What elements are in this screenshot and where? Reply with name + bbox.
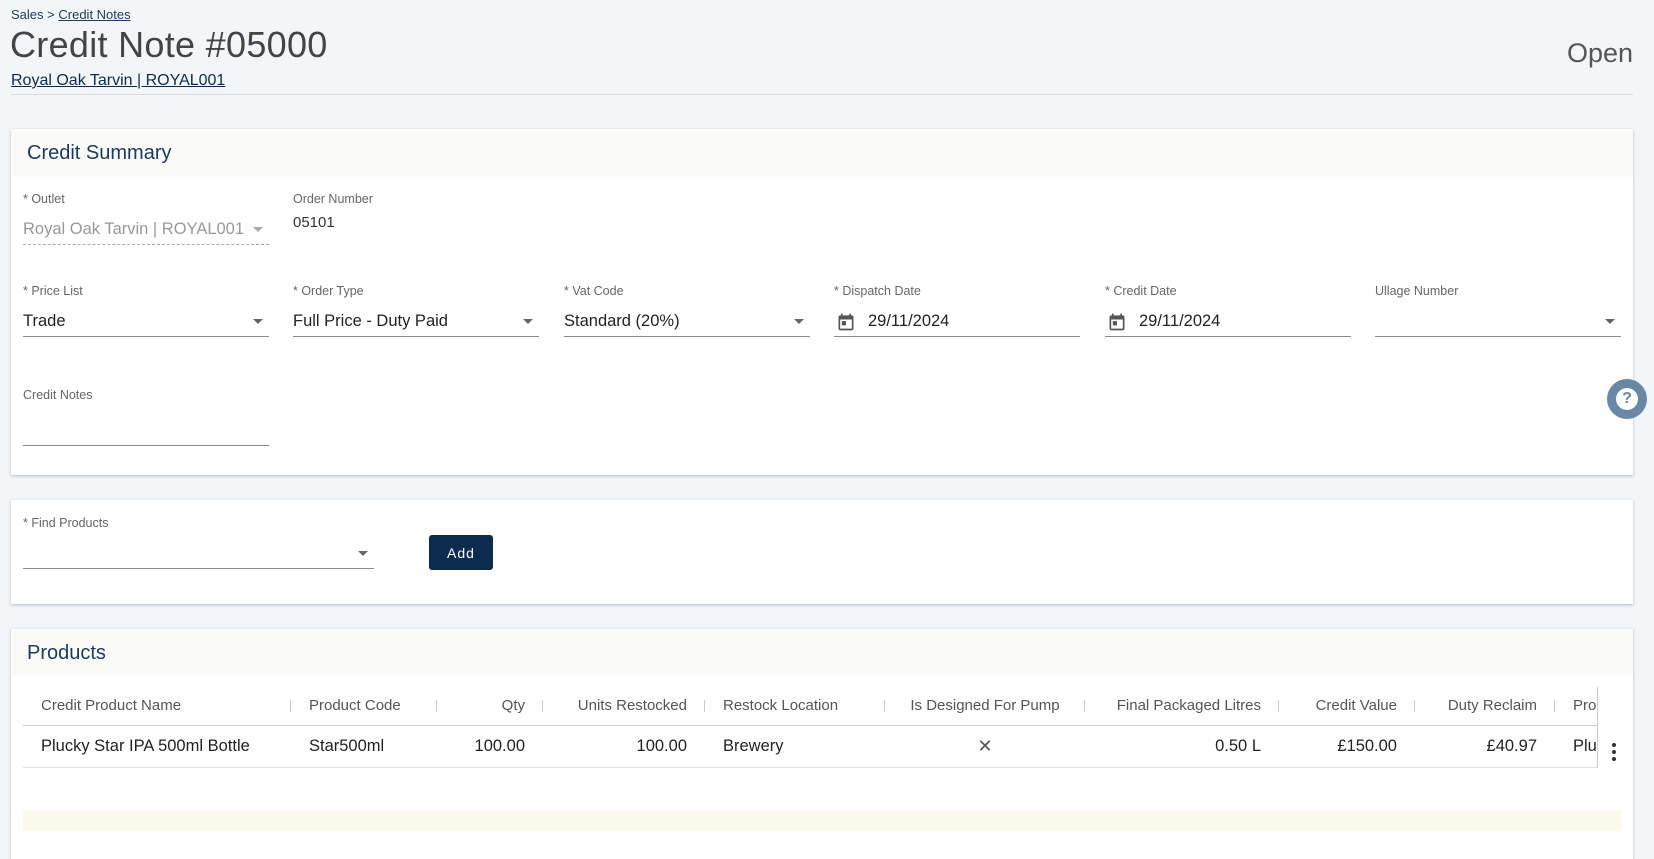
row-actions-column <box>1597 687 1633 768</box>
dispatch-date-value: 29/11/2024 <box>868 312 950 330</box>
column-header[interactable]: Product Code <box>291 687 437 726</box>
column-header[interactable]: Is Designed For Pump <box>885 687 1085 726</box>
price-list-field: * Price List Trade <box>23 284 269 337</box>
chevron-down-icon <box>253 227 263 232</box>
breadcrumb-credit-notes-link[interactable]: Credit Notes <box>58 7 130 22</box>
order-type-field: * Order Type Full Price - Duty Paid <box>293 284 539 337</box>
breadcrumb: Sales > Credit Notes <box>11 7 131 22</box>
breadcrumb-sales: Sales <box>11 7 44 22</box>
column-header[interactable]: Credit Value <box>1279 687 1415 726</box>
credit-summary-card: Credit Summary * Outlet Royal Oak Tarvin… <box>11 129 1647 475</box>
cell-qty: 100.00 <box>437 725 543 768</box>
find-products-select[interactable] <box>23 539 374 569</box>
chevron-down-icon <box>1605 319 1615 324</box>
price-list-select[interactable]: Trade <box>23 307 269 337</box>
ullage-number-field: Ullage Number <box>1375 284 1621 337</box>
vat-code-value: Standard (20%) <box>564 312 680 330</box>
credit-date-input[interactable]: 29/11/2024 <box>1105 307 1351 337</box>
order-type-value: Full Price - Duty Paid <box>293 312 448 330</box>
header-divider <box>11 94 1633 95</box>
cell-product-code: Star500ml <box>291 725 437 768</box>
chevron-down-icon <box>523 319 533 324</box>
outlet-link[interactable]: Royal Oak Tarvin | ROYAL001 <box>11 72 225 90</box>
cell-final-packaged-litres: 0.50 L <box>1085 725 1279 768</box>
column-header[interactable]: Credit Product Name <box>23 687 291 726</box>
find-products-label: * Find Products <box>23 516 109 530</box>
table-footer-strip <box>23 811 1621 831</box>
credit-date-value: 29/11/2024 <box>1139 312 1221 330</box>
order-type-select[interactable]: Full Price - Duty Paid <box>293 307 539 337</box>
credit-notes-label: Credit Notes <box>23 388 93 402</box>
products-card: Products Credit Product Name Product Cod… <box>11 629 1633 859</box>
price-list-value: Trade <box>23 312 66 330</box>
price-list-label: * Price List <box>23 284 83 298</box>
outlet-value: Royal Oak Tarvin | ROYAL001 <box>23 220 245 238</box>
status-label: Open <box>1566 38 1633 68</box>
cell-duty-reclaim: £40.97 <box>1415 725 1555 768</box>
cell-product-name: Plucky Star IPA 500ml Bottle <box>23 725 291 768</box>
column-header[interactable]: Restock Location <box>705 687 885 726</box>
column-header[interactable]: Units Restocked <box>543 687 705 726</box>
table-header-row: Credit Product Name Product Code Qty Uni… <box>23 687 1633 726</box>
order-number-value: 05101 <box>293 214 335 231</box>
dispatch-date-label: * Dispatch Date <box>834 284 921 298</box>
products-table: Credit Product Name Product Code Qty Uni… <box>23 687 1633 768</box>
calendar-icon[interactable] <box>836 312 856 332</box>
vat-code-select[interactable]: Standard (20%) <box>564 307 810 337</box>
outlet-select: Royal Oak Tarvin | ROYAL001 <box>23 215 269 245</box>
order-number-label: Order Number <box>293 192 373 206</box>
vat-code-label: * Vat Code <box>564 284 624 298</box>
find-products-field: * Find Products <box>23 516 374 569</box>
calendar-icon[interactable] <box>1107 312 1127 332</box>
add-button[interactable]: Add <box>429 535 493 570</box>
more-vert-icon[interactable] <box>1612 743 1616 761</box>
page-title: Credit Note #05000 <box>10 24 328 65</box>
credit-summary-title: Credit Summary <box>11 129 1633 177</box>
table-row[interactable]: Plucky Star IPA 500ml Bottle Star500ml 1… <box>23 725 1633 768</box>
products-table-wrap: Credit Product Name Product Code Qty Uni… <box>23 687 1633 768</box>
order-type-label: * Order Type <box>293 284 364 298</box>
chevron-down-icon <box>253 319 263 324</box>
ullage-number-select[interactable] <box>1375 307 1621 337</box>
cell-restock-location: Brewery <box>705 725 885 768</box>
outlet-field: * Outlet Royal Oak Tarvin | ROYAL001 <box>23 192 269 245</box>
order-number-field: Order Number 05101 <box>293 192 539 231</box>
breadcrumb-separator: > <box>47 7 55 22</box>
chevron-down-icon <box>358 551 368 556</box>
column-header[interactable]: Qty <box>437 687 543 726</box>
products-title: Products <box>11 629 1633 677</box>
credit-notes-field: Credit Notes <box>23 388 269 446</box>
vat-code-field: * Vat Code Standard (20%) <box>564 284 810 337</box>
cell-units-restocked: 100.00 <box>543 725 705 768</box>
outlet-label: * Outlet <box>23 192 65 206</box>
column-header[interactable]: Final Packaged Litres <box>1085 687 1279 726</box>
help-button[interactable]: ? <box>1607 379 1647 419</box>
find-products-card: * Find Products Add <box>11 500 1633 604</box>
dispatch-date-field: * Dispatch Date 29/11/2024 <box>834 284 1080 337</box>
credit-date-label: * Credit Date <box>1105 284 1177 298</box>
chevron-down-icon <box>794 319 804 324</box>
cell-credit-value: £150.00 <box>1279 725 1415 768</box>
dispatch-date-input[interactable]: 29/11/2024 <box>834 307 1080 337</box>
close-icon: ✕ <box>885 725 1085 768</box>
column-header[interactable]: Duty Reclaim <box>1415 687 1555 726</box>
help-icon: ? <box>1616 388 1638 410</box>
credit-date-field: * Credit Date 29/11/2024 <box>1105 284 1351 337</box>
ullage-number-label: Ullage Number <box>1375 284 1459 298</box>
credit-notes-input[interactable] <box>23 416 269 446</box>
